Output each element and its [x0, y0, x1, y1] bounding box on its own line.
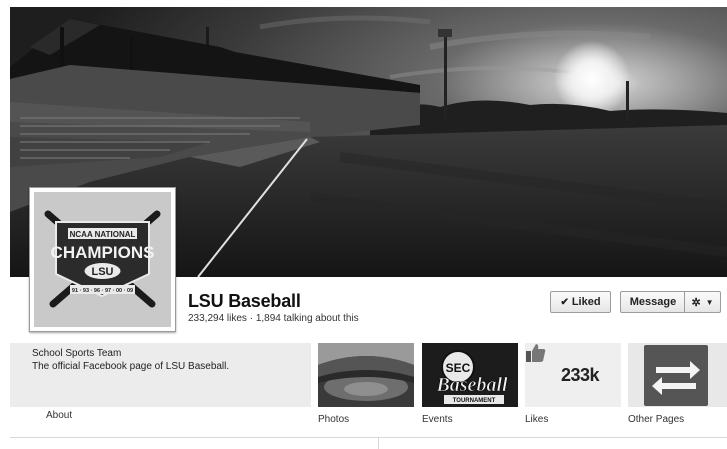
profile-picture[interactable]: NCAA NATIONAL CHAMPIONS LSU 91 · 93 · 96…	[29, 187, 176, 332]
other-pages-label[interactable]: Other Pages	[628, 414, 684, 425]
checkmark-icon: ✔	[560, 296, 569, 308]
likes-tile[interactable]: 233k	[525, 343, 621, 407]
events-logo-bottom-text: TOURNAMENT	[453, 398, 496, 404]
swap-arrows-icon	[644, 345, 708, 406]
liked-button-label: Liked	[571, 296, 601, 308]
message-button[interactable]: Message	[620, 291, 685, 313]
champions-logo: NCAA NATIONAL CHAMPIONS LSU 91 · 93 · 96…	[34, 192, 171, 327]
events-label[interactable]: Events	[422, 414, 453, 425]
timeline-column-divider	[378, 437, 379, 449]
gear-icon: ✲	[691, 296, 701, 309]
thumbs-up-icon	[526, 344, 546, 362]
liked-button[interactable]: ✔ Liked	[550, 291, 611, 313]
sec-baseball-tournament-logo: SEC Baseball TOURNAMENT	[422, 343, 518, 407]
events-tile[interactable]: SEC Baseball TOURNAMENT	[422, 343, 518, 407]
photos-label[interactable]: Photos	[318, 414, 349, 425]
photos-tile[interactable]	[318, 343, 414, 407]
likes-label[interactable]: Likes	[525, 414, 548, 425]
logo-top-text: NCAA NATIONAL	[70, 230, 136, 239]
page-options-button[interactable]: ✲ ▼	[684, 291, 721, 313]
about-link[interactable]: About	[46, 410, 72, 421]
events-logo-top-text: SEC	[446, 361, 471, 375]
page-category: School Sports Team	[32, 348, 122, 359]
events-logo-main-text: Baseball	[435, 374, 508, 396]
caret-down-icon: ▼	[705, 297, 714, 307]
timeline-divider	[10, 437, 727, 438]
logo-main-text: CHAMPIONS	[51, 243, 155, 262]
logo-years-text: 91 · 93 · 96 · 97 · 00 · 09	[72, 288, 133, 294]
message-button-label: Message	[629, 296, 677, 308]
page-stats: 233,294 likes · 1,894 talking about this	[188, 313, 359, 324]
page-title[interactable]: LSU Baseball	[188, 291, 301, 312]
likes-count: 233k	[561, 365, 600, 385]
photos-thumbnail	[318, 343, 414, 407]
logo-school-text: LSU	[92, 266, 114, 278]
page-description: The official Facebook page of LSU Baseba…	[32, 361, 230, 372]
other-pages-tile[interactable]	[628, 343, 727, 407]
